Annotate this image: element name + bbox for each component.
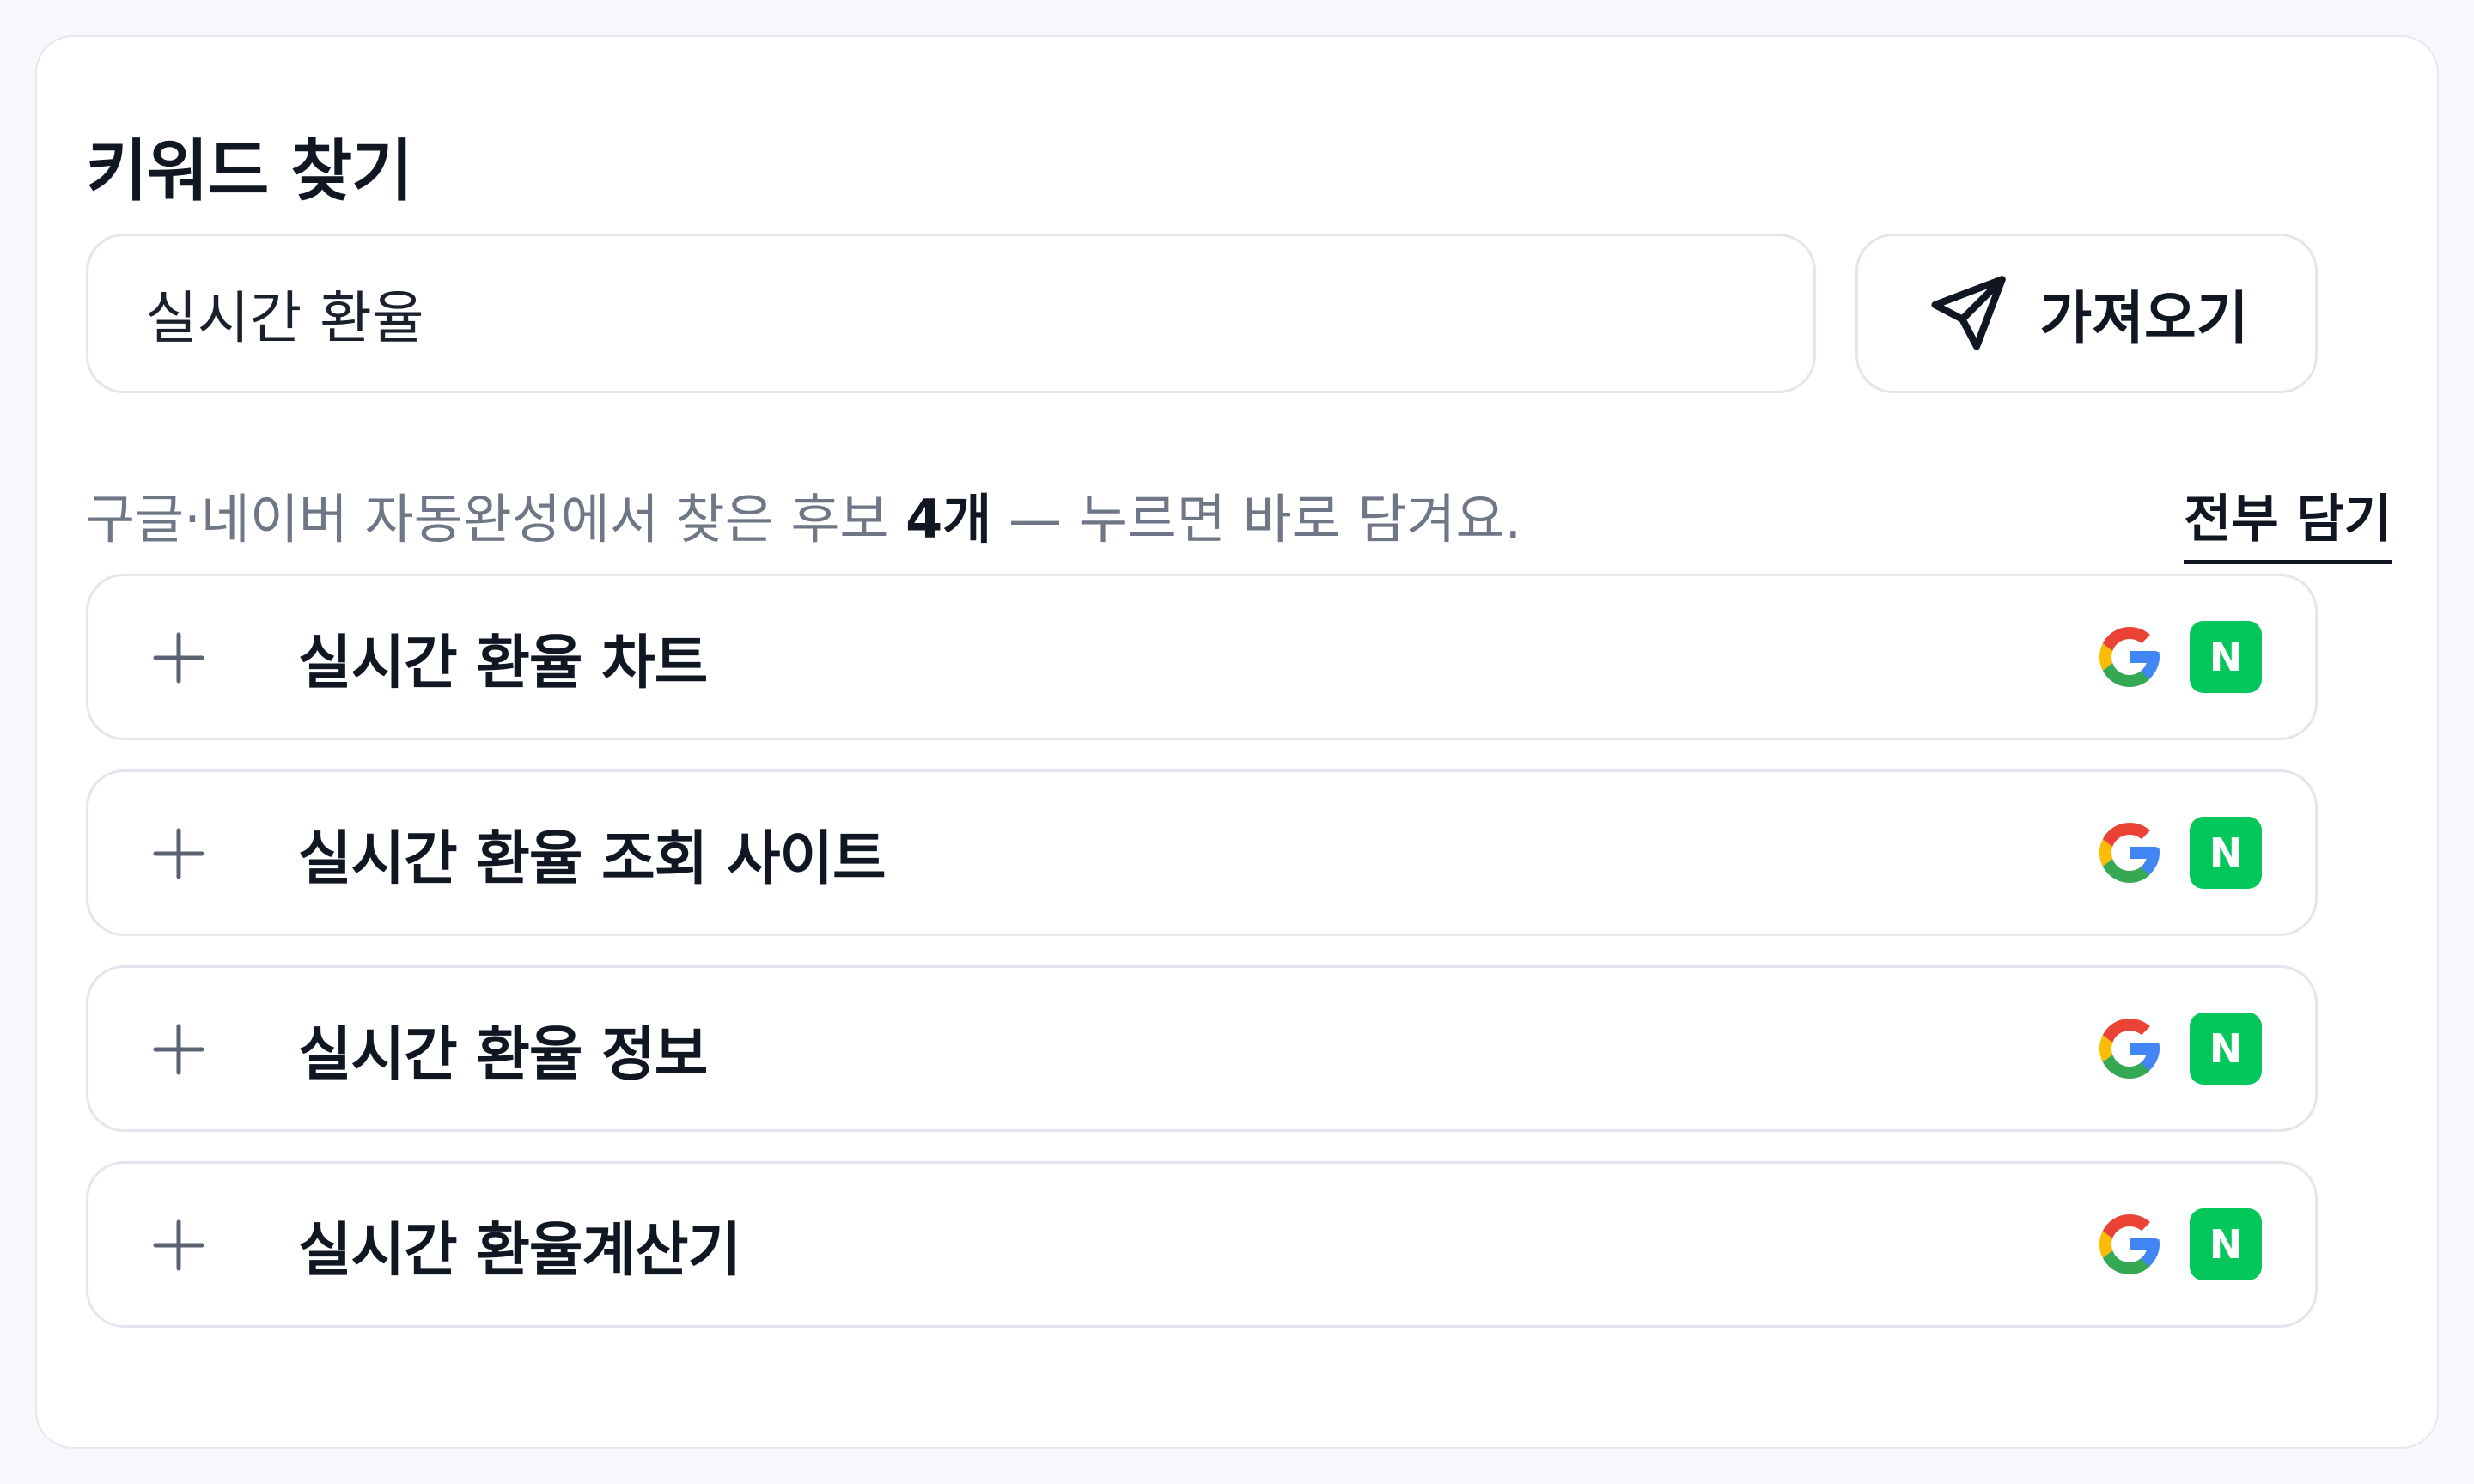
suggestion-text: 실시간 환율 차트	[298, 629, 708, 697]
suggestion-item[interactable]: 실시간 환율 정보 N	[86, 965, 2318, 1132]
fetch-button-label: 가져오기	[2039, 285, 2249, 351]
send-icon	[1925, 271, 2011, 356]
suggestion-count: 4개	[905, 488, 992, 550]
google-icon	[2099, 627, 2160, 687]
suggestion-text: 실시간 환율계산기	[298, 1216, 741, 1285]
plus-icon	[153, 828, 204, 879]
suggestion-text: 실시간 환율 조회 사이트	[298, 824, 887, 893]
suggestion-item[interactable]: 실시간 환율 조회 사이트 N	[86, 769, 2318, 936]
plus-icon	[153, 632, 204, 684]
suggestion-item[interactable]: 실시간 환율계산기 N	[86, 1161, 2318, 1328]
hint-suffix: — 누르면 바로 담겨요.	[991, 488, 1522, 550]
keyword-search-input[interactable]	[86, 234, 1816, 393]
suggestion-sources: N	[2093, 621, 2262, 693]
naver-icon: N	[2190, 817, 2262, 889]
plus-icon	[153, 1024, 204, 1075]
suggestion-sources: N	[2093, 1208, 2262, 1280]
naver-icon: N	[2190, 1013, 2262, 1085]
suggestion-hint: 구글·네이버 자동완성에서 찾은 후보 4개 — 누르면 바로 담겨요.	[86, 481, 1521, 558]
suggestion-list: 실시간 환율 차트 N 실시간 환율 조회 사이트 N 실시간 환율 정보 N …	[86, 574, 2318, 1357]
fetch-button[interactable]: 가져오기	[1855, 234, 2318, 393]
google-icon	[2099, 1019, 2160, 1079]
suggestion-sources: N	[2093, 1013, 2262, 1085]
suggestion-sources: N	[2093, 817, 2262, 889]
add-all-button[interactable]: 전부 담기	[2184, 481, 2392, 564]
naver-icon: N	[2190, 621, 2262, 693]
suggestion-text: 실시간 환율 정보	[298, 1020, 708, 1089]
plus-icon	[153, 1219, 204, 1271]
google-icon	[2099, 1214, 2160, 1274]
hint-prefix: 구글·네이버 자동완성에서 찾은 후보	[86, 488, 906, 550]
suggestion-item[interactable]: 실시간 환율 차트 N	[86, 574, 2318, 740]
panel-title: 키워드 찾기	[86, 133, 413, 210]
naver-icon: N	[2190, 1208, 2262, 1280]
google-icon	[2099, 823, 2160, 883]
